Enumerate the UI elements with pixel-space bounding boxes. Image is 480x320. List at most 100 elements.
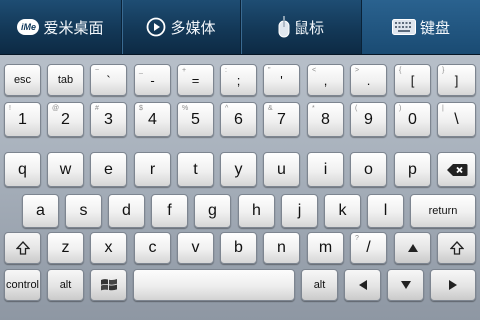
key-backtick[interactable]: ~ ` <box>90 64 127 96</box>
tab-keyboard[interactable]: 键盘 <box>362 0 480 54</box>
key-return[interactable]: return <box>410 194 476 228</box>
tab-multimedia-label: 多媒体 <box>170 19 216 37</box>
key-y[interactable]: y <box>220 152 257 187</box>
key-q[interactable]: q <box>4 152 41 187</box>
key-0[interactable]: ) 0 <box>394 102 431 137</box>
key-e[interactable]: e <box>90 152 127 187</box>
key-shift-label: > <box>355 67 360 74</box>
key-shift-label: + <box>182 67 187 74</box>
key-r[interactable]: r <box>134 152 171 187</box>
key-shift-label: & <box>268 105 273 112</box>
key-label: control <box>5 279 40 291</box>
key-label: / <box>366 239 371 256</box>
key-g[interactable]: g <box>194 194 231 228</box>
key-o[interactable]: o <box>350 152 387 187</box>
key-shift-label: ( <box>355 105 358 112</box>
key-v[interactable]: v <box>177 232 214 264</box>
key-label: . <box>366 72 371 88</box>
key-label: h <box>252 202 261 219</box>
top-tab-bar: iMe 爱米桌面 多媒体 鼠标 键盘 <box>0 0 480 55</box>
key-label: ; <box>236 72 241 88</box>
key-label: t <box>193 160 198 178</box>
key-l[interactable]: l <box>367 194 404 228</box>
key-label: - <box>150 72 155 88</box>
shift-arrow-icon <box>449 241 464 255</box>
key-comma[interactable]: <, <box>307 64 344 96</box>
key-shift-label: _ <box>139 67 143 74</box>
key-3[interactable]: #3 <box>90 102 127 137</box>
key-x[interactable]: x <box>90 232 127 264</box>
key-m[interactable]: m <box>307 232 344 264</box>
key-label: l <box>383 202 388 219</box>
key-alt-right[interactable]: alt <box>301 269 338 301</box>
key-label: esc <box>13 74 32 86</box>
app-window: iMe 爱米桌面 多媒体 鼠标 键盘 esc tab ~ ` _ - + =:… <box>0 0 480 320</box>
key-esc[interactable]: esc <box>4 64 41 96</box>
key-right-bracket[interactable]: }] <box>437 64 476 96</box>
key-label: d <box>122 202 131 219</box>
key-label: c <box>148 239 157 256</box>
key-2[interactable]: @2 <box>47 102 84 137</box>
key-b[interactable]: b <box>220 232 257 264</box>
key-equals[interactable]: + = <box>177 64 214 96</box>
key-t[interactable]: t <box>177 152 214 187</box>
key-arrow-up[interactable] <box>394 232 431 264</box>
key-label: z <box>61 239 70 256</box>
key-label: q <box>18 160 27 178</box>
key-1[interactable]: ! 1 <box>4 102 41 137</box>
key-backspace[interactable] <box>437 152 476 187</box>
key-space[interactable] <box>133 269 295 301</box>
key-tab[interactable]: tab <box>47 64 84 96</box>
tab-ime-desktop[interactable]: iMe 爱米桌面 <box>0 0 121 54</box>
key-9[interactable]: (9 <box>350 102 387 137</box>
key-f[interactable]: f <box>151 194 188 228</box>
key-label: \ <box>454 110 459 128</box>
key-a[interactable]: a <box>22 194 59 228</box>
key-shift-right[interactable] <box>437 232 476 264</box>
key-c[interactable]: c <box>134 232 171 264</box>
key-d[interactable]: d <box>108 194 145 228</box>
virtual-keyboard: esc tab ~ ` _ - + = :; " ' <, >. {[ }] ! 1 @2… <box>0 55 480 320</box>
key-s[interactable]: s <box>65 194 102 228</box>
key-7[interactable]: & 7 <box>263 102 300 137</box>
key-arrow-down[interactable] <box>387 269 424 301</box>
key-shift-left[interactable] <box>4 232 41 264</box>
key-shift-label: ! <box>9 105 11 112</box>
key-h[interactable]: h <box>238 194 275 228</box>
key-minus[interactable]: _ - <box>134 64 171 96</box>
key-label: 6 <box>234 110 243 128</box>
key-shift-label: $ <box>139 105 143 112</box>
key-label: e <box>104 160 113 178</box>
key-label: 5 <box>191 110 200 128</box>
key-5[interactable]: % 5 <box>177 102 214 137</box>
tab-multimedia[interactable]: 多媒体 <box>122 0 240 54</box>
key-quote[interactable]: " ' <box>263 64 300 96</box>
key-windows[interactable] <box>90 269 127 301</box>
key-arrow-right[interactable] <box>430 269 476 301</box>
key-j[interactable]: j <box>281 194 318 228</box>
key-semicolon[interactable]: :; <box>220 64 257 96</box>
key-6[interactable]: ^ 6 <box>220 102 257 137</box>
key-backslash[interactable]: | \ <box>437 102 476 137</box>
key-arrow-left[interactable] <box>344 269 381 301</box>
key-label: alt <box>313 279 326 291</box>
key-8[interactable]: * 8 <box>307 102 344 137</box>
key-p[interactable]: p <box>394 152 431 187</box>
key-i[interactable]: i <box>307 152 344 187</box>
key-shift-label: ? <box>355 235 359 242</box>
mouse-icon <box>278 16 290 38</box>
key-period[interactable]: >. <box>350 64 387 96</box>
key-control[interactable]: control <box>4 269 41 301</box>
key-4[interactable]: $4 <box>134 102 171 137</box>
key-n[interactable]: n <box>263 232 300 264</box>
key-alt-left[interactable]: alt <box>47 269 84 301</box>
key-w[interactable]: w <box>47 152 84 187</box>
key-u[interactable]: u <box>263 152 300 187</box>
key-label: 1 <box>18 110 27 128</box>
key-slash[interactable]: ? / <box>350 232 387 264</box>
arrow-right-icon <box>449 280 457 290</box>
tab-mouse[interactable]: 鼠标 <box>241 0 361 54</box>
key-left-bracket[interactable]: {[ <box>394 64 431 96</box>
key-z[interactable]: z <box>47 232 84 264</box>
key-k[interactable]: k <box>324 194 361 228</box>
